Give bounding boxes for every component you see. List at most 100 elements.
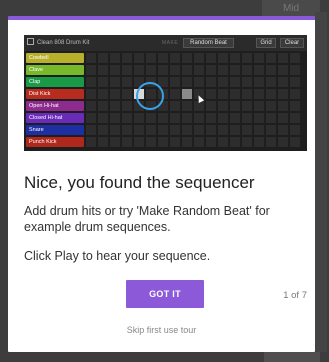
step-cell xyxy=(86,65,96,75)
step-counter: 1 of 7 xyxy=(283,290,307,301)
step-cell xyxy=(230,89,240,99)
step-cell xyxy=(146,65,156,75)
step-cell xyxy=(266,101,276,111)
step-cell xyxy=(266,113,276,123)
step-row xyxy=(86,113,302,123)
step-cell xyxy=(254,77,264,87)
step-cell xyxy=(254,137,264,147)
step-cell xyxy=(218,77,228,87)
step-cell xyxy=(86,137,96,147)
step-cell xyxy=(134,113,144,123)
step-cell xyxy=(182,77,192,87)
step-cell xyxy=(254,101,264,111)
step-cell xyxy=(170,125,180,135)
step-cell xyxy=(278,113,288,123)
step-cell xyxy=(134,125,144,135)
step-cell xyxy=(98,101,108,111)
step-cell xyxy=(122,65,132,75)
tour-body-text-2: Click Play to hear your sequence. xyxy=(24,249,211,263)
step-cell xyxy=(158,125,168,135)
step-cell xyxy=(218,125,228,135)
step-cell xyxy=(254,65,264,75)
step-cell xyxy=(230,137,240,147)
step-cell xyxy=(194,65,204,75)
preview-track-labels: Cowbell Clave Clap Dist Kick Open Hi-hat Clos… xyxy=(26,53,84,149)
step-cell xyxy=(146,137,156,147)
step-cell xyxy=(182,65,192,75)
step-cell xyxy=(290,77,300,87)
step-cell xyxy=(290,53,300,63)
step-cell xyxy=(290,101,300,111)
step-cell xyxy=(206,89,216,99)
step-cell xyxy=(86,113,96,123)
track-label: Punch Kick xyxy=(26,137,84,147)
step-cell xyxy=(182,113,192,123)
step-cell xyxy=(278,65,288,75)
step-cell xyxy=(206,101,216,111)
step-cell xyxy=(86,53,96,63)
step-cell xyxy=(110,65,120,75)
preview-make-label: MAKE xyxy=(162,40,179,46)
step-cell xyxy=(98,65,108,75)
step-cell xyxy=(230,101,240,111)
step-cell xyxy=(206,53,216,63)
step-cell xyxy=(242,137,252,147)
skip-tour-link[interactable]: Skip first use tour xyxy=(8,325,315,335)
step-cell xyxy=(206,65,216,75)
step-cell xyxy=(170,89,180,99)
step-cell xyxy=(230,125,240,135)
step-cell xyxy=(266,53,276,63)
step-cell xyxy=(122,77,132,87)
step-cell xyxy=(86,89,96,99)
step-cell xyxy=(230,113,240,123)
step-cell xyxy=(254,125,264,135)
preview-random-beat-button: Random Beat xyxy=(183,38,234,48)
step-row xyxy=(86,89,302,99)
step-cell xyxy=(146,53,156,63)
step-cell xyxy=(170,101,180,111)
step-cell xyxy=(134,53,144,63)
step-cell xyxy=(170,77,180,87)
step-cell xyxy=(278,125,288,135)
step-cell xyxy=(266,65,276,75)
step-row xyxy=(86,53,302,63)
step-cell xyxy=(182,101,192,111)
step-cell xyxy=(290,125,300,135)
step-cell xyxy=(134,137,144,147)
step-cell xyxy=(206,77,216,87)
step-cell xyxy=(218,53,228,63)
preview-step-grid xyxy=(86,53,302,149)
step-cell xyxy=(194,125,204,135)
step-cell xyxy=(218,101,228,111)
step-cell xyxy=(230,53,240,63)
step-cell xyxy=(254,113,264,123)
step-row xyxy=(86,101,302,111)
step-cell xyxy=(98,89,108,99)
step-cell xyxy=(158,53,168,63)
step-cell xyxy=(290,89,300,99)
step-cell xyxy=(98,125,108,135)
step-cell xyxy=(110,137,120,147)
preview-kit-label: Clean 808 Drum Kit xyxy=(37,40,90,46)
step-cell xyxy=(278,89,288,99)
step-cell xyxy=(98,113,108,123)
tour-body-text: Add drum hits or try 'Make Random Beat' … xyxy=(24,204,270,234)
got-it-button[interactable]: GOT IT xyxy=(126,280,204,308)
step-cell xyxy=(122,89,132,99)
step-cell xyxy=(242,101,252,111)
kit-icon xyxy=(27,38,34,45)
step-cell xyxy=(218,137,228,147)
step-cell xyxy=(194,53,204,63)
step-cell xyxy=(86,77,96,87)
background-panel-strip xyxy=(264,352,320,362)
track-label: Dist Kick xyxy=(26,89,84,99)
step-cell xyxy=(110,77,120,87)
step-cell xyxy=(230,65,240,75)
step-cell xyxy=(170,65,180,75)
step-cell xyxy=(110,113,120,123)
step-cell xyxy=(122,113,132,123)
step-cell xyxy=(86,125,96,135)
preview-clear-button: Clear xyxy=(280,38,304,48)
step-cell xyxy=(110,101,120,111)
step-cell xyxy=(182,137,192,147)
